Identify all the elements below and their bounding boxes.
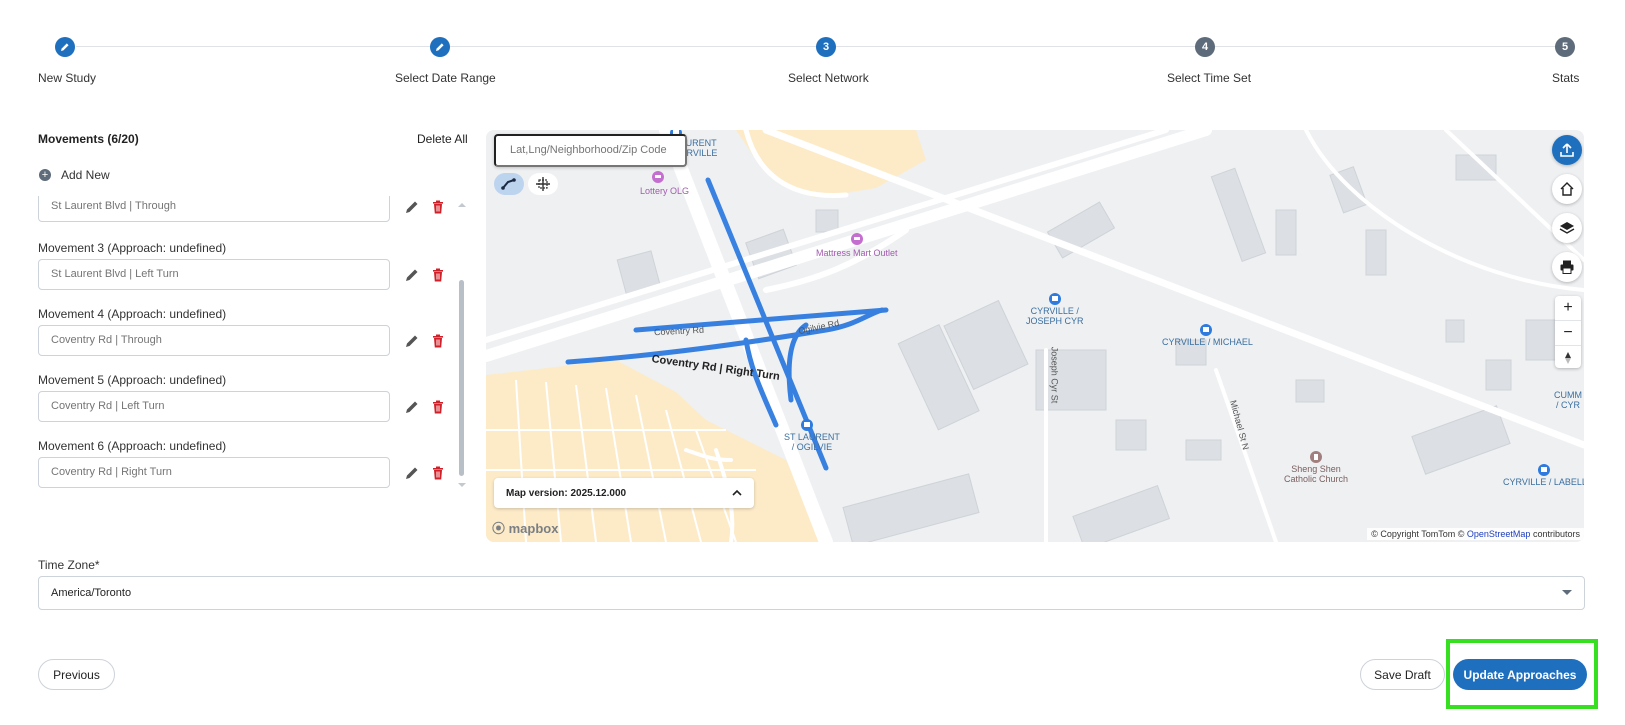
pencil-icon[interactable]: [404, 465, 420, 481]
poi-st-laurent-ogilvie: ST LAURENT / OGILVIE: [784, 432, 840, 452]
shopping-cart-icon[interactable]: [651, 170, 665, 184]
chevron-up-icon[interactable]: [732, 489, 742, 497]
previous-button[interactable]: Previous: [38, 659, 115, 690]
chevron-down-icon: [1562, 590, 1572, 595]
plus-icon: +: [39, 169, 51, 181]
bus-stop-icon[interactable]: [1199, 323, 1213, 337]
draw-line-icon: [501, 178, 516, 190]
step-2-marker[interactable]: [430, 37, 450, 57]
layers-icon: [1559, 222, 1575, 234]
movement-item: Movement 4 (Approach: undefined): [38, 307, 468, 356]
map-view[interactable]: LAURENT CYRVILLE Lottery OLG Mattress Ma…: [486, 130, 1584, 542]
select-tool-button[interactable]: [528, 173, 558, 195]
openstreetmap-link[interactable]: OpenStreetMap: [1467, 529, 1531, 539]
map-search-input[interactable]: [494, 134, 687, 167]
pencil-icon[interactable]: [404, 199, 420, 215]
movements-scrollbar[interactable]: [458, 196, 466, 488]
plus-icon: +: [1563, 299, 1573, 316]
poi-cyrville-labelle: CYRVILLE / LABELL: [1503, 477, 1584, 487]
poi-cyrville-michael: CYRVILLE / MICHAEL: [1162, 337, 1253, 347]
upload-button[interactable]: [1552, 135, 1582, 165]
step-3-label: Select Network: [788, 71, 869, 85]
layers-button[interactable]: [1552, 213, 1582, 243]
trash-icon[interactable]: [430, 267, 446, 283]
delete-all-button[interactable]: Delete All: [417, 132, 468, 146]
scroll-thumb[interactable]: [459, 280, 464, 476]
bus-stop-icon[interactable]: [1537, 463, 1551, 477]
shopping-cart-icon[interactable]: [850, 232, 864, 246]
step-4-label: Select Time Set: [1167, 71, 1252, 85]
add-new-button[interactable]: + Add New: [39, 168, 110, 182]
movement-3-label: Movement 3 (Approach: undefined): [38, 241, 227, 255]
save-draft-button[interactable]: Save Draft: [1360, 659, 1445, 690]
map-attribution: © Copyright TomTom © OpenStreetMap contr…: [1367, 528, 1584, 540]
add-new-label: Add New: [61, 168, 110, 182]
movement-item: Movement 5 (Approach: undefined): [38, 373, 468, 422]
map-version-text: Map version: 2025.12.000: [506, 487, 627, 499]
mapbox-logo: ⦿ mapbox: [492, 521, 559, 536]
pencil-icon[interactable]: [404, 267, 420, 283]
movement-3-input[interactable]: [38, 259, 390, 290]
zoom-in-button[interactable]: +: [1555, 296, 1581, 320]
step-1-marker[interactable]: [55, 37, 75, 57]
timezone-label: Time Zone*: [38, 558, 100, 572]
compass-button[interactable]: [1555, 345, 1581, 370]
home-button[interactable]: [1552, 174, 1582, 204]
zoom-control: + −: [1555, 296, 1581, 368]
upload-icon: [1560, 143, 1574, 157]
poi-lottery: Lottery OLG: [640, 186, 690, 196]
movement-5-label: Movement 5 (Approach: undefined): [38, 373, 227, 387]
print-button[interactable]: [1552, 252, 1582, 282]
movement-4-input[interactable]: [38, 325, 390, 356]
step-5-marker[interactable]: 5: [1555, 37, 1575, 57]
movement-6-input[interactable]: [38, 457, 390, 488]
poi-cyrville-joseph: CYRVILLE / JOSEPH CYR: [1026, 306, 1084, 326]
timezone-value: America/Toronto: [51, 587, 132, 599]
church-icon[interactable]: [1309, 450, 1323, 464]
draw-line-button[interactable]: [494, 173, 524, 195]
step-5-label: Stats: [1552, 71, 1580, 85]
stepper: New Study Select Date Range 3 Select Net…: [0, 0, 1625, 100]
movements-header: Movements (6/20): [38, 132, 139, 146]
timezone-select[interactable]: America/Toronto: [38, 576, 1585, 610]
movement-5-input[interactable]: [38, 391, 390, 422]
trash-icon[interactable]: [430, 465, 446, 481]
poi-mattress: Mattress Mart Outlet: [816, 248, 898, 258]
printer-icon: [1560, 260, 1574, 274]
pencil-icon[interactable]: [404, 333, 420, 349]
crosshair-select-icon: [536, 177, 550, 191]
poi-sheng-shen: Sheng Shen Catholic Church: [1284, 464, 1349, 484]
home-icon: [1560, 182, 1574, 196]
movement-2-input[interactable]: [38, 196, 390, 222]
trash-icon[interactable]: [430, 333, 446, 349]
road-label-joseph-cyr: Joseph Cyr St: [1049, 346, 1060, 404]
movement-6-label: Movement 6 (Approach: undefined): [38, 439, 227, 453]
movement-item: Movement 3 (Approach: undefined): [38, 241, 468, 290]
scroll-up-icon[interactable]: [458, 202, 466, 208]
pencil-icon: [436, 43, 444, 51]
zoom-out-button[interactable]: −: [1555, 320, 1581, 345]
minus-icon: −: [1563, 324, 1573, 341]
trash-icon[interactable]: [430, 399, 446, 415]
bus-stop-icon[interactable]: [1048, 292, 1062, 306]
bus-stop-icon[interactable]: [800, 418, 814, 432]
highlight-box: [1446, 639, 1598, 709]
movements-list[interactable]: Movement 3 (Approach: undefined) Movemen…: [38, 196, 468, 500]
step-3-marker[interactable]: 3: [816, 37, 836, 57]
scroll-down-icon[interactable]: [458, 482, 466, 488]
poi-cumm: CUMM / CYR: [1554, 390, 1582, 410]
movement-item: Movement 6 (Approach: undefined): [38, 439, 468, 488]
pencil-icon: [61, 43, 69, 51]
step-4-marker[interactable]: 4: [1195, 37, 1215, 57]
map-version-panel[interactable]: Map version: 2025.12.000: [494, 478, 754, 508]
step-1-label: New Study: [38, 71, 97, 85]
trash-icon[interactable]: [430, 199, 446, 215]
compass-icon: [1565, 352, 1571, 364]
step-2-label: Select Date Range: [395, 71, 496, 85]
pencil-icon[interactable]: [404, 399, 420, 415]
movement-4-label: Movement 4 (Approach: undefined): [38, 307, 227, 321]
